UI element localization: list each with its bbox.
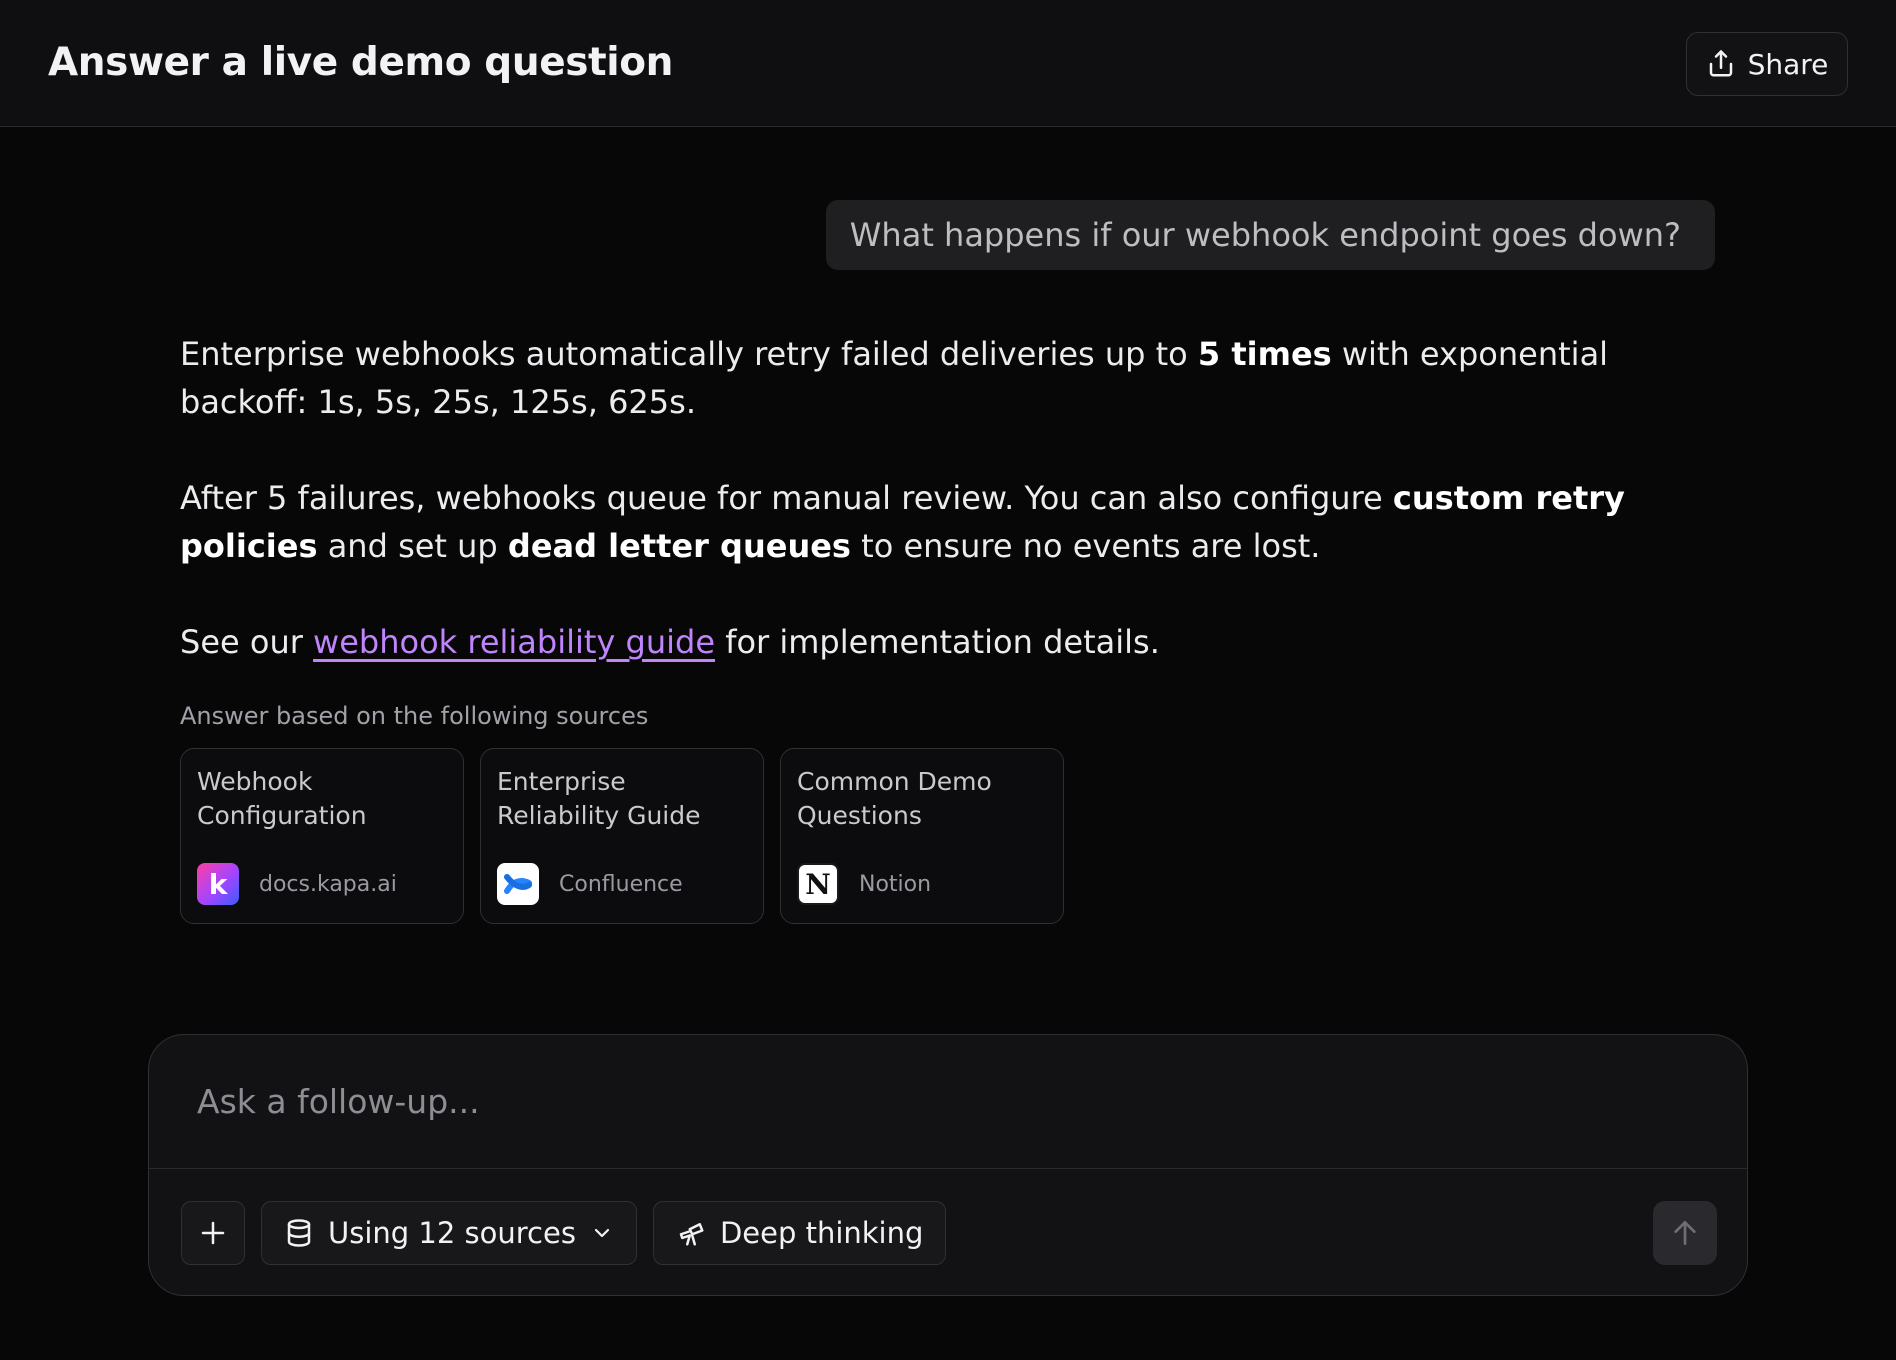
source-card-webhook-configuration-guide[interactable]: Webhook Configuration Guide k docs.kapa.… — [180, 748, 464, 924]
source-meta: Confluence — [497, 863, 683, 905]
source-meta: k docs.kapa.ai — [197, 863, 397, 905]
send-button[interactable] — [1653, 1201, 1717, 1265]
source-domain: docs.kapa.ai — [259, 871, 397, 897]
page-title: Answer a live demo question — [48, 40, 674, 85]
answer-paragraph-2: After 5 failures, webhooks queue for man… — [180, 474, 1740, 570]
answer-text: and set up — [317, 527, 508, 565]
answer-paragraph-1: Enterprise webhooks automatically retry … — [180, 330, 1740, 426]
source-domain: Notion — [859, 871, 932, 897]
source-domain: Confluence — [559, 871, 683, 897]
answer-text: to ensure no events are lost. — [850, 527, 1321, 565]
telescope-icon — [679, 1223, 704, 1246]
top-bar: Answer a live demo question Share — [0, 0, 1896, 127]
assistant-answer: Enterprise webhooks automatically retry … — [180, 330, 1740, 714]
source-card-enterprise-reliability-guide[interactable]: Enterprise Reliability Guide Confluence — [480, 748, 764, 924]
source-card-common-demo-questions[interactable]: Common Demo Questions N Notion — [780, 748, 1064, 924]
kapa-logo-icon: k — [197, 863, 239, 905]
composer-toolbar: Using 12 sources Deep thinking — [181, 1201, 947, 1265]
answer-text: See our — [180, 623, 314, 661]
follow-up-input[interactable]: Ask a follow-up... — [149, 1035, 1747, 1169]
notion-logo-icon: N — [797, 863, 839, 905]
share-icon — [1709, 50, 1732, 77]
deep-thinking-toggle[interactable]: Deep thinking — [652, 1201, 947, 1265]
answer-emphasis: dead letter queues — [507, 527, 851, 565]
share-button[interactable]: Share — [1686, 32, 1848, 96]
answer-text: After 5 failures, webhooks queue for man… — [180, 479, 1393, 517]
deep-thinking-label: Deep thinking — [719, 1216, 924, 1250]
follow-up-composer: Ask a follow-up... Using 12 sources Deep… — [148, 1034, 1748, 1296]
webhook-reliability-guide-link[interactable]: webhook reliability guide — [313, 623, 715, 661]
chevron-down-icon — [594, 1228, 610, 1238]
sources-selector-button[interactable]: Using 12 sources — [261, 1201, 637, 1265]
answer-emphasis: 5 times — [1197, 335, 1332, 373]
sources-list: Webhook Configuration Guide k docs.kapa.… — [180, 748, 1064, 924]
plus-icon — [201, 1221, 225, 1245]
arrow-up-icon — [1674, 1221, 1696, 1245]
add-attachment-button[interactable] — [181, 1201, 245, 1265]
user-message-text: What happens if our webhook endpoint goe… — [849, 216, 1681, 254]
share-button-label: Share — [1747, 47, 1829, 81]
answer-paragraph-3: See our webhook reliability guide for im… — [180, 618, 1740, 666]
database-icon — [287, 1219, 311, 1247]
answer-text: for implementation details. — [715, 623, 1160, 661]
source-meta: N Notion — [797, 863, 931, 905]
source-title: Common Demo Questions — [797, 767, 992, 830]
sources-selector-label: Using 12 sources — [328, 1216, 576, 1250]
user-message-bubble: What happens if our webhook endpoint goe… — [825, 200, 1715, 270]
source-title: Webhook Configuration Guide — [197, 767, 367, 830]
confluence-logo-icon — [497, 863, 539, 905]
answer-text: Enterprise webhooks automatically retry … — [180, 335, 1198, 373]
sources-label: Answer based on the following sources — [180, 702, 649, 730]
source-title: Enterprise Reliability Guide — [497, 767, 701, 830]
